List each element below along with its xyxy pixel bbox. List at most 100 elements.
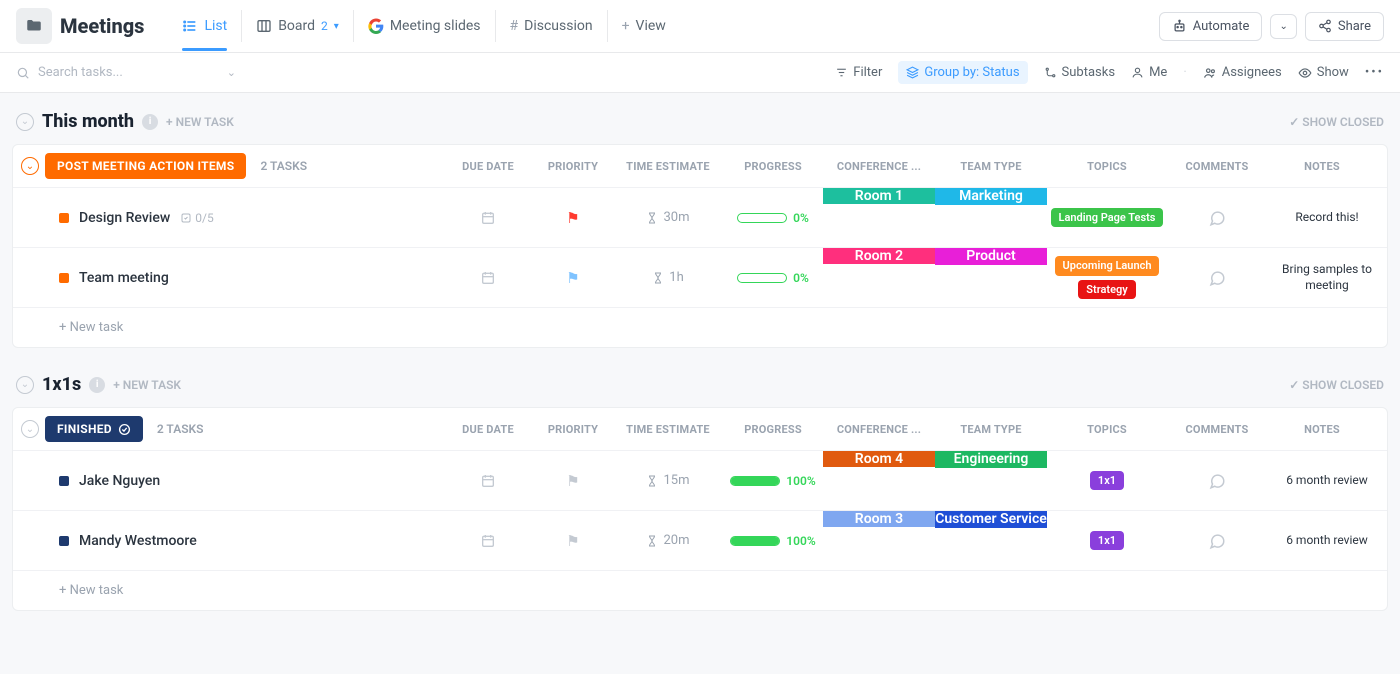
search-input[interactable]	[38, 65, 215, 80]
tab-label: List	[204, 18, 227, 34]
tab-slides[interactable]: Meeting slides	[353, 10, 495, 42]
task-row[interactable]: Design Review 0/5 ⚑ 30m 0% Room 1 Market…	[13, 187, 1387, 247]
team-cell[interactable]: Engineering	[935, 451, 1047, 468]
estimate-cell[interactable]: 30m	[613, 188, 723, 247]
task-row[interactable]: Jake Nguyen ⚑ 15m 100% Room 4 Engineerin…	[13, 450, 1387, 510]
folder-icon-button[interactable]	[16, 8, 52, 44]
info-icon[interactable]: i	[142, 114, 158, 130]
tab-label: View	[636, 18, 666, 34]
topics-cell[interactable]: 1x1	[1047, 451, 1167, 510]
notes-cell[interactable]: Record this!	[1267, 188, 1387, 247]
users-icon	[1203, 66, 1217, 80]
task-name: Jake Nguyen	[79, 473, 160, 489]
automate-dropdown[interactable]: ⌄	[1270, 14, 1296, 39]
topic-tag[interactable]: 1x1	[1090, 531, 1124, 550]
tab-add-view[interactable]: + View	[607, 10, 680, 42]
status-square-icon	[59, 273, 69, 283]
assignees-button[interactable]: Assignees	[1203, 65, 1282, 80]
collapse-toggle[interactable]: ⌄	[16, 113, 34, 131]
eye-icon	[1298, 66, 1312, 80]
priority-cell[interactable]: ⚑	[533, 451, 613, 510]
room-cell[interactable]: Room 3	[823, 511, 935, 527]
show-closed-button[interactable]: ✓ SHOW CLOSED	[1289, 115, 1384, 129]
status-pill[interactable]: POST MEETING ACTION ITEMS	[45, 153, 246, 179]
group-collapse-toggle[interactable]: ⌄	[21, 157, 39, 175]
calendar-icon	[480, 473, 496, 489]
topic-tag[interactable]: 1x1	[1090, 471, 1124, 490]
section: ⌄ This month i + NEW TASK ✓ SHOW CLOSED …	[0, 93, 1400, 356]
status-square-icon	[59, 476, 69, 486]
flag-icon: ⚑	[566, 472, 579, 490]
hash-icon: #	[510, 18, 519, 34]
comments-cell[interactable]	[1167, 188, 1267, 247]
topics-cell[interactable]: Upcoming Launch Strategy	[1047, 248, 1167, 307]
comments-cell[interactable]	[1167, 451, 1267, 510]
team-cell[interactable]: Marketing	[935, 188, 1047, 205]
progress-cell[interactable]: 0%	[723, 188, 823, 247]
subtasks-button[interactable]: Subtasks	[1044, 65, 1116, 80]
share-button[interactable]: Share	[1305, 12, 1384, 41]
filter-button[interactable]: Filter	[835, 65, 882, 80]
share-label: Share	[1338, 19, 1371, 34]
task-row[interactable]: Team meeting ⚑ 1h 0% Room 2 Product Upco…	[13, 247, 1387, 307]
task-name: Design Review	[79, 210, 170, 226]
due-date-cell[interactable]	[443, 188, 533, 247]
topics-cell[interactable]: 1x1	[1047, 511, 1167, 570]
estimate-cell[interactable]: 1h	[613, 248, 723, 307]
comments-cell[interactable]	[1167, 511, 1267, 570]
me-button[interactable]: Me	[1131, 65, 1167, 80]
room-cell[interactable]: Room 2	[823, 248, 935, 264]
estimate-cell[interactable]: 20m	[613, 511, 723, 570]
tab-board[interactable]: Board 2 ▾	[241, 10, 353, 42]
share-icon	[1318, 19, 1332, 33]
more-menu[interactable]: •••	[1365, 65, 1384, 80]
tab-list[interactable]: List	[168, 10, 241, 42]
comment-icon	[1208, 532, 1226, 550]
top-header: Meetings List Board 2 ▾ Meeting slides #…	[0, 0, 1400, 53]
topics-cell[interactable]: Landing Page Tests	[1047, 188, 1167, 247]
comments-cell[interactable]	[1167, 248, 1267, 307]
new-task-button[interactable]: + NEW TASK	[166, 115, 234, 129]
topic-tag[interactable]: Upcoming Launch	[1055, 256, 1160, 275]
tab-discussion[interactable]: # Discussion	[495, 10, 607, 42]
collapse-toggle[interactable]: ⌄	[16, 376, 34, 394]
automate-button[interactable]: Automate	[1159, 12, 1263, 41]
comment-icon	[1208, 472, 1226, 490]
notes-cell[interactable]: 6 month review	[1267, 511, 1387, 570]
group-collapse-toggle[interactable]: ⌄	[21, 420, 39, 438]
info-icon[interactable]: i	[89, 377, 105, 393]
due-date-cell[interactable]	[443, 511, 533, 570]
plus-icon: +	[622, 18, 630, 34]
team-cell[interactable]: Product	[935, 248, 1047, 265]
priority-cell[interactable]: ⚑	[533, 248, 613, 307]
subtask-count: 0/5	[180, 211, 213, 225]
progress-cell[interactable]: 0%	[723, 248, 823, 307]
room-cell[interactable]: Room 4	[823, 451, 935, 467]
room-cell[interactable]: Room 1	[823, 188, 935, 204]
estimate-cell[interactable]: 15m	[613, 451, 723, 510]
priority-cell[interactable]: ⚑	[533, 511, 613, 570]
notes-cell[interactable]: Bring samples to meeting	[1267, 248, 1387, 307]
add-task-button[interactable]: + New task	[13, 307, 1387, 347]
due-date-cell[interactable]	[443, 451, 533, 510]
progress-cell[interactable]: 100%	[723, 511, 823, 570]
show-closed-button[interactable]: ✓ SHOW CLOSED	[1289, 378, 1384, 392]
dots-icon: •••	[1365, 65, 1384, 80]
progress-cell[interactable]: 100%	[723, 451, 823, 510]
priority-cell[interactable]: ⚑	[533, 188, 613, 247]
team-cell[interactable]: Customer Service	[935, 511, 1047, 528]
search-dropdown[interactable]: ⌄	[227, 66, 236, 79]
flag-icon: ⚑	[566, 269, 579, 287]
subtasks-label: Subtasks	[1062, 65, 1116, 80]
notes-cell[interactable]: 6 month review	[1267, 451, 1387, 510]
topic-tag[interactable]: Landing Page Tests	[1051, 208, 1164, 227]
folder-icon	[25, 17, 43, 35]
topic-tag[interactable]: Strategy	[1078, 280, 1135, 299]
task-row[interactable]: Mandy Westmoore ⚑ 20m 100% Room 3 Custom…	[13, 510, 1387, 570]
status-pill[interactable]: FINISHED	[45, 416, 143, 442]
add-task-button[interactable]: + New task	[13, 570, 1387, 610]
show-button[interactable]: Show	[1298, 65, 1349, 80]
new-task-button[interactable]: + NEW TASK	[113, 378, 181, 392]
groupby-button[interactable]: Group by: Status	[898, 61, 1027, 84]
due-date-cell[interactable]	[443, 248, 533, 307]
